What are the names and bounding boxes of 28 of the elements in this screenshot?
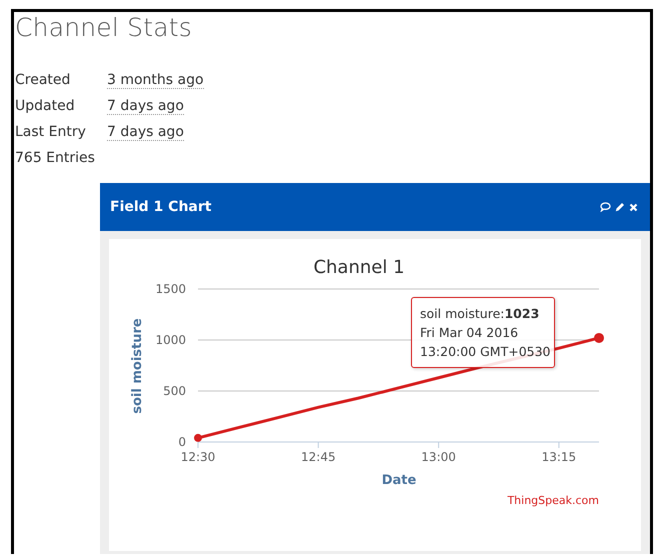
stat-label: Last Entry <box>15 124 87 140</box>
y-axis-title: soil moisture <box>130 318 145 414</box>
y-tick-label: 1500 <box>155 282 186 296</box>
x-axis-title: Date <box>382 473 416 488</box>
data-point <box>594 332 604 343</box>
page-title: Channel Stats <box>15 12 194 43</box>
stat-label: Created <box>15 72 72 88</box>
pencil-icon[interactable] <box>615 202 625 212</box>
stat-label: Updated <box>15 98 76 114</box>
y-tick-label: 500 <box>163 384 186 398</box>
stat-value: 3 months ago <box>107 72 204 88</box>
close-icon[interactable] <box>629 202 638 212</box>
credit-link[interactable]: ThingSpeak.com <box>507 494 599 507</box>
panel-title: Field 1 Chart <box>110 199 212 215</box>
stat-value: 7 days ago <box>107 98 184 114</box>
tooltip-text: soil moisture:1023 <box>420 305 540 323</box>
x-tick-label: 13:00 <box>421 450 456 464</box>
tooltip-text: Fri Mar 04 2016 <box>420 324 520 342</box>
y-tick-label: 0 <box>178 435 186 449</box>
chart-title: Channel 1 <box>313 257 405 278</box>
y-tick-label: 1000 <box>155 333 186 347</box>
x-tick-label: 12:45 <box>301 450 336 464</box>
data-point <box>194 434 202 442</box>
x-tick-label: 13:15 <box>542 450 576 464</box>
x-tick-label: 12:30 <box>180 450 216 464</box>
entries-count: 765 Entries <box>15 150 95 166</box>
stat-value: 7 days ago <box>107 124 184 140</box>
comment-icon[interactable] <box>600 202 611 212</box>
